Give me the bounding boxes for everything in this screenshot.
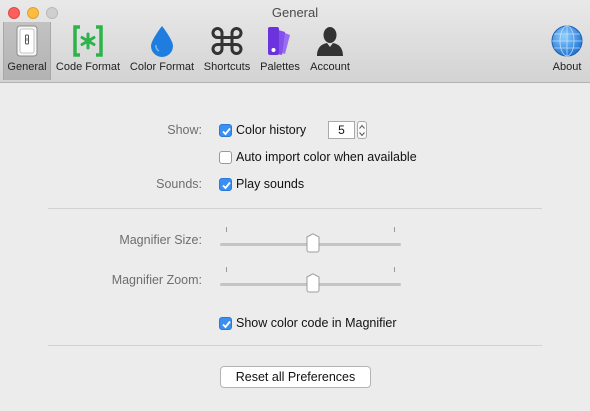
toolbar-tab-code-format-label: Code Format <box>55 61 121 73</box>
toolbar-tab-about-label: About <box>552 61 582 73</box>
auto-import-label: Auto import color when available <box>236 150 417 164</box>
toolbar-tab-general-label: General <box>7 61 47 73</box>
separator <box>48 345 542 346</box>
preferences-window: General General Code Format Color Format… <box>0 0 590 411</box>
magnifier-zoom-label: Magnifier Zoom: <box>111 273 202 287</box>
stepper-up-icon[interactable] <box>359 124 365 130</box>
checkmark-icon <box>222 127 231 136</box>
command-key-icon <box>211 27 243 55</box>
palette-swatches-icon <box>268 27 290 55</box>
globe-icon <box>551 25 583 57</box>
play-sounds-checkbox[interactable] <box>219 178 232 191</box>
toolbar-tab-shortcuts-label: Shortcuts <box>203 61 251 73</box>
toolbar-tab-palettes-label: Palettes <box>260 61 300 73</box>
slider-tick <box>394 227 395 232</box>
toolbar-tab-shortcuts[interactable]: Shortcuts <box>200 22 254 80</box>
checkmark-icon <box>222 320 231 329</box>
magnifier-size-label: Magnifier Size: <box>119 233 202 247</box>
toolbar-tab-color-format-label: Color Format <box>129 61 195 73</box>
slider-tick <box>226 267 227 272</box>
color-history-label: Color history <box>236 123 307 137</box>
slider-knob[interactable] <box>305 273 321 293</box>
general-switch-icon <box>16 25 38 57</box>
show-color-code-label: Show color code in Magnifier <box>236 316 397 330</box>
magnifier-zoom-slider[interactable] <box>220 267 401 297</box>
show-label: Show: <box>167 123 202 137</box>
reset-preferences-button[interactable]: Reset all Preferences <box>220 366 371 388</box>
color-history-stepper[interactable] <box>357 121 367 139</box>
color-history-count-field[interactable]: 5 <box>328 121 355 139</box>
show-color-code-checkbox[interactable] <box>219 317 232 330</box>
slider-tick <box>226 227 227 232</box>
toolbar-tab-general[interactable]: General <box>3 22 51 80</box>
toolbar-tab-color-format[interactable]: Color Format <box>125 22 199 80</box>
play-sounds-label: Play sounds <box>236 177 305 191</box>
water-drop-icon <box>151 26 173 57</box>
toolbar-tab-account-label: Account <box>310 61 350 73</box>
title-bar: General General Code Format Color Format… <box>0 0 590 83</box>
toolbar-tab-about[interactable]: About <box>546 22 588 80</box>
toolbar-tab-palettes[interactable]: Palettes <box>255 22 305 80</box>
code-brackets-icon <box>73 25 103 57</box>
window-title: General <box>271 5 319 20</box>
slider-knob[interactable] <box>305 233 321 253</box>
separator <box>48 208 542 209</box>
auto-import-checkbox[interactable] <box>219 151 232 164</box>
color-history-checkbox[interactable] <box>219 124 232 137</box>
slider-tick <box>394 267 395 272</box>
user-silhouette-icon <box>317 27 343 56</box>
sounds-label: Sounds: <box>156 177 202 191</box>
checkmark-icon <box>222 181 231 190</box>
magnifier-size-slider[interactable] <box>220 227 401 257</box>
toolbar-tab-code-format[interactable]: Code Format <box>52 22 124 80</box>
toolbar-tab-account[interactable]: Account <box>305 22 355 80</box>
stepper-down-icon[interactable] <box>359 131 365 137</box>
